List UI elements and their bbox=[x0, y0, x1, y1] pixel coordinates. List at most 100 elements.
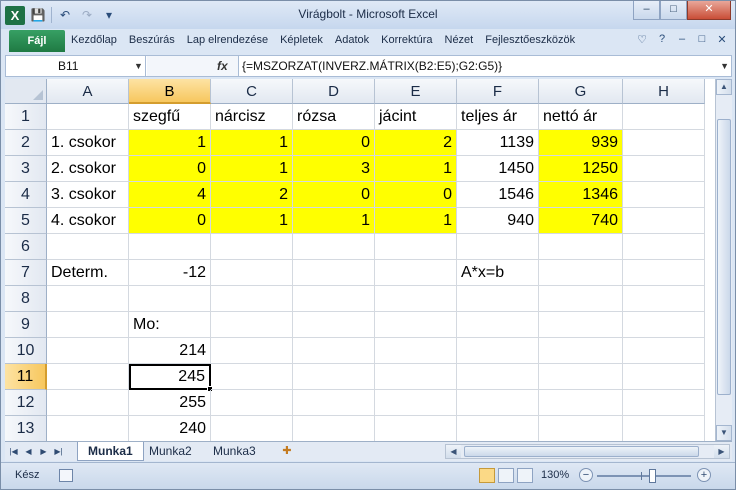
scroll-left-icon[interactable]: ◀ bbox=[446, 445, 461, 458]
tab-page-layout[interactable]: Lap elrendezése bbox=[187, 34, 268, 46]
row-header-13[interactable]: 13 bbox=[5, 416, 47, 441]
cell-g7[interactable] bbox=[539, 260, 623, 286]
zoom-slider-track[interactable] bbox=[597, 475, 691, 477]
sheet-tab-munka2[interactable]: Munka2 bbox=[139, 442, 202, 461]
cell-e13[interactable] bbox=[375, 416, 457, 441]
cell-h10[interactable] bbox=[623, 338, 705, 364]
vertical-scrollbar[interactable]: ▲ ▼ bbox=[715, 79, 732, 441]
cell-g5[interactable]: 740 bbox=[539, 208, 623, 234]
row-header-5[interactable]: 5 bbox=[5, 208, 47, 234]
cell-d11[interactable] bbox=[293, 364, 375, 390]
maximize-button[interactable]: □ bbox=[660, 1, 687, 20]
cell-f5[interactable]: 940 bbox=[457, 208, 539, 234]
workbook-restore-icon[interactable]: □ bbox=[695, 33, 709, 46]
cell-d13[interactable] bbox=[293, 416, 375, 441]
cell-f9[interactable] bbox=[457, 312, 539, 338]
cell-a7[interactable]: Determ. bbox=[47, 260, 129, 286]
cell-c4[interactable]: 2 bbox=[211, 182, 293, 208]
cell-e7[interactable] bbox=[375, 260, 457, 286]
row-header-3[interactable]: 3 bbox=[5, 156, 47, 182]
cell-c7[interactable] bbox=[211, 260, 293, 286]
cell-d12[interactable] bbox=[293, 390, 375, 416]
cell-d7[interactable] bbox=[293, 260, 375, 286]
cell-f10[interactable] bbox=[457, 338, 539, 364]
next-sheet-icon[interactable]: ▶ bbox=[37, 444, 50, 459]
tab-insert[interactable]: Beszúrás bbox=[129, 34, 175, 46]
cell-f3[interactable]: 1450 bbox=[457, 156, 539, 182]
row-header-6[interactable]: 6 bbox=[5, 234, 47, 260]
help-icon[interactable]: ? bbox=[655, 33, 669, 46]
cell-a8[interactable] bbox=[47, 286, 129, 312]
scroll-right-icon[interactable]: ▶ bbox=[714, 445, 729, 458]
cell-e10[interactable] bbox=[375, 338, 457, 364]
cell-b11[interactable]: 245 bbox=[129, 364, 211, 390]
cell-b8[interactable] bbox=[129, 286, 211, 312]
cell-b5[interactable]: 0 bbox=[129, 208, 211, 234]
cell-e12[interactable] bbox=[375, 390, 457, 416]
cell-g9[interactable] bbox=[539, 312, 623, 338]
cell-f4[interactable]: 1546 bbox=[457, 182, 539, 208]
column-header-b[interactable]: B bbox=[129, 79, 211, 104]
row-header-11[interactable]: 11 bbox=[5, 364, 47, 390]
cell-g13[interactable] bbox=[539, 416, 623, 441]
column-header-e[interactable]: E bbox=[375, 79, 457, 104]
cell-e6[interactable] bbox=[375, 234, 457, 260]
cell-g2[interactable]: 939 bbox=[539, 130, 623, 156]
column-header-a[interactable]: A bbox=[47, 79, 129, 104]
horizontal-scrollbar[interactable]: ◀ ▶ bbox=[445, 444, 730, 459]
sheet-tab-munka3[interactable]: Munka3 bbox=[203, 442, 266, 461]
page-layout-view-icon[interactable] bbox=[498, 468, 514, 483]
macro-record-icon[interactable] bbox=[59, 469, 73, 482]
row-header-8[interactable]: 8 bbox=[5, 286, 47, 312]
cell-b3[interactable]: 0 bbox=[129, 156, 211, 182]
insert-function-icon[interactable]: fx bbox=[217, 56, 228, 76]
cell-b6[interactable] bbox=[129, 234, 211, 260]
cell-d8[interactable] bbox=[293, 286, 375, 312]
zoom-in-icon[interactable]: + bbox=[697, 468, 711, 482]
cell-a13[interactable] bbox=[47, 416, 129, 441]
row-header-7[interactable]: 7 bbox=[5, 260, 47, 286]
cell-a9[interactable] bbox=[47, 312, 129, 338]
cell-a12[interactable] bbox=[47, 390, 129, 416]
insert-sheet-icon[interactable]: ✚ bbox=[279, 444, 295, 459]
cell-h9[interactable] bbox=[623, 312, 705, 338]
cell-e9[interactable] bbox=[375, 312, 457, 338]
first-sheet-icon[interactable]: |◀ bbox=[7, 444, 20, 459]
expand-formula-bar-icon[interactable]: ▼ bbox=[720, 56, 729, 76]
cell-e1[interactable]: jácint bbox=[375, 104, 457, 130]
cell-d9[interactable] bbox=[293, 312, 375, 338]
minimize-button[interactable]: – bbox=[633, 1, 660, 20]
last-sheet-icon[interactable]: ▶| bbox=[52, 444, 65, 459]
cell-d3[interactable]: 3 bbox=[293, 156, 375, 182]
cell-g11[interactable] bbox=[539, 364, 623, 390]
cell-a4[interactable]: 3. csokor bbox=[47, 182, 129, 208]
cell-c2[interactable]: 1 bbox=[211, 130, 293, 156]
sheet-tab-munka1[interactable]: Munka1 bbox=[77, 442, 144, 461]
cell-h12[interactable] bbox=[623, 390, 705, 416]
row-header-4[interactable]: 4 bbox=[5, 182, 47, 208]
cell-a10[interactable] bbox=[47, 338, 129, 364]
cell-d1[interactable]: rózsa bbox=[293, 104, 375, 130]
formula-input[interactable]: {=MSZORZAT(INVERZ.MÁTRIX(B2:E5);G2:G5)} bbox=[242, 56, 502, 76]
cell-h11[interactable] bbox=[623, 364, 705, 390]
cell-c8[interactable] bbox=[211, 286, 293, 312]
scroll-up-icon[interactable]: ▲ bbox=[716, 79, 732, 95]
cell-h4[interactable] bbox=[623, 182, 705, 208]
workbook-close-icon[interactable]: ✕ bbox=[715, 33, 729, 46]
cell-a11[interactable] bbox=[47, 364, 129, 390]
cell-d6[interactable] bbox=[293, 234, 375, 260]
column-header-d[interactable]: D bbox=[293, 79, 375, 104]
cell-a2[interactable]: 1. csokor bbox=[47, 130, 129, 156]
cell-f6[interactable] bbox=[457, 234, 539, 260]
tab-data[interactable]: Adatok bbox=[335, 34, 369, 46]
cell-g8[interactable] bbox=[539, 286, 623, 312]
close-button[interactable]: ✕ bbox=[687, 1, 731, 20]
cell-c1[interactable]: nárcisz bbox=[211, 104, 293, 130]
cell-b1[interactable]: szegfű bbox=[129, 104, 211, 130]
tab-review[interactable]: Korrektúra bbox=[381, 34, 432, 46]
column-header-f[interactable]: F bbox=[457, 79, 539, 104]
cell-e11[interactable] bbox=[375, 364, 457, 390]
cell-g6[interactable] bbox=[539, 234, 623, 260]
cell-d2[interactable]: 0 bbox=[293, 130, 375, 156]
cell-b13[interactable]: 240 bbox=[129, 416, 211, 441]
